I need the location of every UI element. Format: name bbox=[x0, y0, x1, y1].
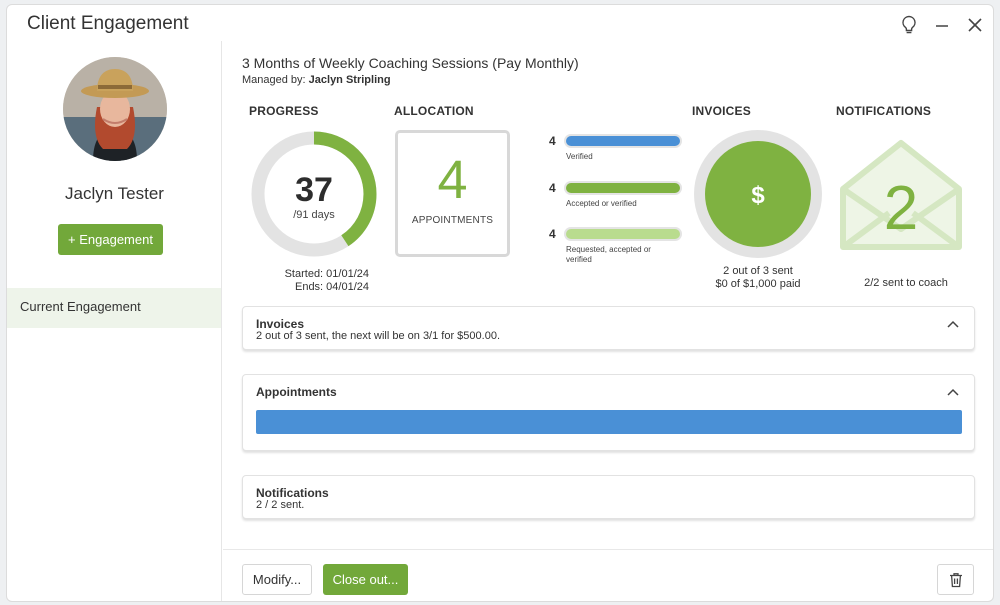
chevron-up-icon[interactable] bbox=[944, 315, 962, 333]
close-out-button[interactable]: Close out... bbox=[323, 564, 408, 595]
bar-track bbox=[564, 134, 682, 148]
bar-fill bbox=[566, 229, 680, 239]
invoices-paid: $0 of $1,000 paid bbox=[715, 278, 801, 290]
window-title: Client Engagement bbox=[27, 13, 189, 34]
sidebar: Jaclyn Tester + Engagement Current Engag… bbox=[7, 41, 222, 601]
bar-count: 4 bbox=[549, 181, 556, 195]
title-bar: Client Engagement bbox=[7, 5, 993, 41]
appointments-timeline-bar[interactable] bbox=[256, 410, 962, 434]
allocation-count: 4 bbox=[437, 150, 468, 210]
invoices-panel-subtitle: 2 out of 3 sent, the next will be on 3/1… bbox=[256, 330, 500, 342]
bar-caption: Verified bbox=[566, 152, 593, 161]
progress-days: 37 bbox=[295, 171, 333, 209]
bar-fill bbox=[566, 136, 680, 146]
progress-heading: PROGRESS bbox=[249, 104, 319, 118]
appointments-panel-title: Appointments bbox=[256, 385, 337, 399]
bar-track bbox=[564, 227, 682, 241]
notifications-panel-title: Notifications bbox=[256, 486, 329, 500]
appointments-panel[interactable]: Appointments bbox=[242, 374, 975, 451]
managed-by: Managed by: Jaclyn Stripling bbox=[242, 74, 391, 86]
manager-name: Jaclyn Stripling bbox=[308, 74, 391, 86]
client-engagement-window: Client Engagement Jaclyn Tester + Engage… bbox=[6, 4, 994, 602]
lightbulb-icon[interactable] bbox=[897, 13, 921, 37]
invoices-summary: 2 out of 3 sent $0 of $1,000 paid bbox=[678, 265, 838, 291]
close-icon[interactable] bbox=[963, 13, 987, 37]
start-date: Started: 01/01/24 bbox=[284, 268, 369, 280]
sidebar-item-current-engagement[interactable]: Current Engagement bbox=[7, 288, 221, 328]
client-name: Jaclyn Tester bbox=[65, 184, 164, 203]
bar-caption: Accepted or verified bbox=[566, 199, 637, 208]
avatar bbox=[63, 57, 167, 161]
bar-caption: Requested, accepted or verified bbox=[566, 245, 651, 264]
end-date: Ends: 04/01/24 bbox=[294, 281, 369, 293]
notifications-panel[interactable]: Notifications 2 / 2 sent. bbox=[242, 475, 975, 519]
notifications-summary: 2/2 sent to coach bbox=[864, 277, 948, 289]
allocation-label: APPOINTMENTS bbox=[411, 215, 494, 226]
progress-ring: 37 /91 days bbox=[249, 129, 379, 259]
invoices-panel-title: Invoices bbox=[256, 317, 305, 331]
main-content: 3 Months of Weekly Coaching Sessions (Pa… bbox=[223, 41, 993, 601]
dollar-icon: $ bbox=[751, 182, 765, 209]
modify-button[interactable]: Modify... bbox=[242, 564, 312, 595]
allocation-card: 4 APPOINTMENTS bbox=[395, 130, 510, 257]
invoices-ring: $ bbox=[692, 128, 824, 260]
notifications-panel-subtitle: 2 / 2 sent. bbox=[256, 499, 305, 511]
progress-total: /91 days bbox=[293, 209, 335, 221]
envelope-icon: 2 bbox=[839, 137, 963, 255]
bar-count: 4 bbox=[549, 134, 556, 148]
progress-dates: Started: 01/01/24 Ends: 04/01/24 bbox=[249, 268, 379, 294]
invoices-sent: 2 out of 3 sent bbox=[723, 265, 793, 277]
invoices-heading: INVOICES bbox=[692, 104, 751, 118]
bar-count: 4 bbox=[549, 227, 556, 241]
allocation-heading: ALLOCATION bbox=[394, 104, 474, 118]
delete-button[interactable] bbox=[937, 564, 974, 595]
notifications-count: 2 bbox=[884, 174, 918, 243]
bar-fill bbox=[566, 183, 680, 193]
add-engagement-button[interactable]: + Engagement bbox=[58, 224, 163, 255]
plan-title: 3 Months of Weekly Coaching Sessions (Pa… bbox=[242, 55, 579, 71]
notifications-heading: NOTIFICATIONS bbox=[836, 104, 932, 118]
chevron-up-icon[interactable] bbox=[944, 383, 962, 401]
footer-bar: Modify... Close out... bbox=[223, 549, 993, 601]
bar-track bbox=[564, 181, 682, 195]
minimize-icon[interactable] bbox=[930, 13, 954, 37]
invoices-panel[interactable]: Invoices 2 out of 3 sent, the next will … bbox=[242, 306, 975, 350]
managed-by-prefix: Managed by: bbox=[242, 74, 309, 86]
trash-icon bbox=[949, 572, 962, 587]
